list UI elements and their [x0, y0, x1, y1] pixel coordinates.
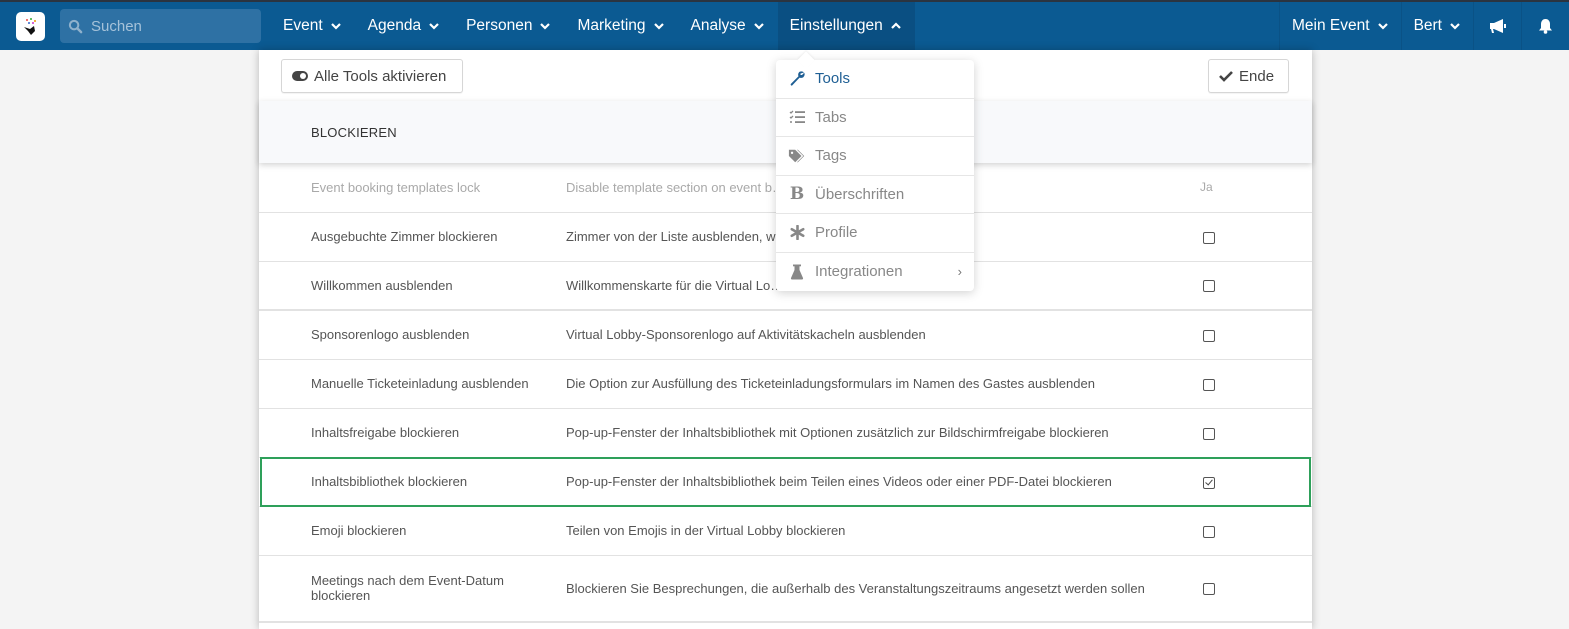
top-navigation-bar: Event Agenda Personen Marketing Analyse …: [0, 0, 1569, 50]
chevron-down-icon: [330, 20, 342, 32]
toggle-all-tools-button[interactable]: Alle Tools aktivieren: [281, 59, 463, 93]
tool-description: Virtual Lobby-Sponsorenlogo auf Aktivitä…: [566, 310, 1176, 360]
tool-checkbox[interactable]: [1203, 329, 1215, 342]
search-box[interactable]: [60, 9, 261, 43]
table-row: Sponsorenlogo ausblenden Virtual Lobby-S…: [259, 310, 1312, 360]
menu-item-label: Tabs: [815, 108, 847, 126]
notifications-button[interactable]: [1521, 2, 1569, 50]
search-input[interactable]: [91, 17, 251, 35]
nav-item-event[interactable]: Event: [270, 2, 355, 50]
tool-checkbox[interactable]: [1203, 583, 1215, 596]
chevron-right-icon: ›: [957, 264, 962, 280]
table-row-highlighted: Inhaltsbibliothek blockieren Pop-up-Fens…: [259, 457, 1312, 507]
megaphone-icon: [1489, 19, 1506, 33]
nav-item-personen[interactable]: Personen: [453, 2, 564, 50]
tool-checkbox-checked[interactable]: [1203, 476, 1215, 489]
tool-name: Meetings nach dem Event-Datum blockieren: [259, 555, 566, 623]
menu-item-label: Überschriften: [815, 185, 905, 203]
nav-item-label: Personen: [466, 17, 533, 34]
user-menu: Mein Event Bert: [1279, 2, 1569, 50]
tool-description: Blockieren Sie Besprechungen, die außerh…: [566, 555, 1176, 623]
nav-item-einstellungen[interactable]: Einstellungen: [777, 2, 915, 50]
chevron-down-icon: [428, 20, 440, 32]
table-row: Inhaltsfreigabe blockieren Pop-up-Fenste…: [259, 408, 1312, 458]
chevron-down-icon: [653, 20, 665, 32]
tags-icon: [788, 147, 806, 165]
tool-name: Inhaltsbibliothek blockieren: [259, 457, 566, 507]
nav-item-analyse[interactable]: Analyse: [678, 2, 778, 50]
tool-name: Ausgebuchte Zimmer blockieren: [259, 212, 566, 262]
nav-item-label: Marketing: [577, 17, 646, 34]
menu-item-label: Profile: [815, 224, 858, 242]
user-name: Bert: [1413, 17, 1442, 34]
menu-item-label: Tools: [815, 70, 851, 88]
user-account-menu[interactable]: Bert: [1400, 2, 1473, 50]
menu-item-label: Integrationen: [815, 263, 903, 281]
menu-item-integrationen[interactable]: Integrationen ›: [776, 253, 974, 292]
menu-item-ueberschriften[interactable]: B Überschriften: [776, 176, 974, 214]
toggle-icon: [292, 71, 308, 81]
chevron-down-icon: [753, 20, 765, 32]
nav-item-label: Analyse: [690, 17, 746, 34]
chevron-down-icon: [1449, 20, 1461, 32]
tool-value: Ja: [1176, 163, 1312, 213]
menu-item-tabs[interactable]: Tabs: [776, 99, 974, 137]
flask-icon: [788, 263, 806, 281]
table-row: Manuelle Ticketeinladung ausblenden Die …: [259, 359, 1312, 409]
logo-icon: [23, 17, 36, 35]
nav-item-label: Event: [283, 17, 323, 34]
menu-item-profile[interactable]: Profile: [776, 214, 974, 253]
event-selector[interactable]: Mein Event: [1279, 2, 1401, 50]
toggle-all-tools-label: Alle Tools aktivieren: [314, 67, 447, 85]
asterisk-icon: [788, 224, 806, 242]
menu-item-tools[interactable]: Tools: [776, 60, 974, 99]
bold-icon: B: [789, 184, 805, 205]
wrench-icon: [788, 70, 806, 88]
tool-description: Die Option zur Ausfüllung des Ticketeinl…: [566, 359, 1176, 409]
table-row: Meetings nach dem Event-Datum blockieren…: [259, 555, 1312, 623]
tool-checkbox[interactable]: [1203, 525, 1215, 538]
tool-name: Sponsorenlogo ausblenden: [259, 310, 566, 360]
tool-description: Pop-up-Fenster der Inhaltsbibliothek bei…: [566, 457, 1176, 507]
chevron-up-icon: [890, 20, 902, 32]
done-label: Ende: [1239, 67, 1275, 85]
nav-item-marketing[interactable]: Marketing: [564, 2, 677, 50]
bell-icon: [1539, 19, 1552, 34]
chevron-down-icon: [539, 20, 551, 32]
announcements-button[interactable]: [1473, 2, 1521, 50]
search-icon: [68, 19, 83, 33]
tool-name: Event booking templates lock: [259, 163, 566, 213]
checklist-icon: [788, 108, 806, 126]
tool-description: Pop-up-Fenster der Inhaltsbibliothek mit…: [566, 408, 1176, 458]
menu-item-tags[interactable]: Tags: [776, 137, 974, 176]
nav-item-label: Einstellungen: [789, 17, 883, 34]
einstellungen-dropdown: Tools Tabs Tags B Überschriften Profile …: [776, 60, 974, 291]
tool-checkbox[interactable]: [1203, 280, 1215, 293]
section-title: BLOCKIEREN: [311, 124, 397, 140]
event-selector-label: Mein Event: [1292, 17, 1370, 34]
app-logo[interactable]: [16, 12, 45, 41]
check-icon: [1219, 71, 1233, 82]
nav-item-agenda[interactable]: Agenda: [355, 2, 453, 50]
tool-checkbox[interactable]: [1203, 231, 1215, 244]
tool-checkbox[interactable]: [1203, 427, 1215, 440]
table-row: Emoji blockieren Teilen von Emojis in de…: [259, 506, 1312, 556]
menu-item-label: Tags: [815, 147, 847, 165]
done-button[interactable]: Ende: [1208, 59, 1289, 93]
tool-checkbox[interactable]: [1203, 378, 1215, 391]
tool-name: Manuelle Ticketeinladung ausblenden: [259, 359, 566, 409]
tool-description: Teilen von Emojis in der Virtual Lobby b…: [566, 506, 1176, 556]
tool-name: Emoji blockieren: [259, 506, 566, 556]
nav-item-label: Agenda: [367, 17, 422, 34]
tool-name: Willkommen ausblenden: [259, 261, 566, 311]
main-menu: Event Agenda Personen Marketing Analyse …: [270, 2, 915, 50]
chevron-down-icon: [1377, 20, 1389, 32]
tool-name: Inhaltsfreigabe blockieren: [259, 408, 566, 458]
